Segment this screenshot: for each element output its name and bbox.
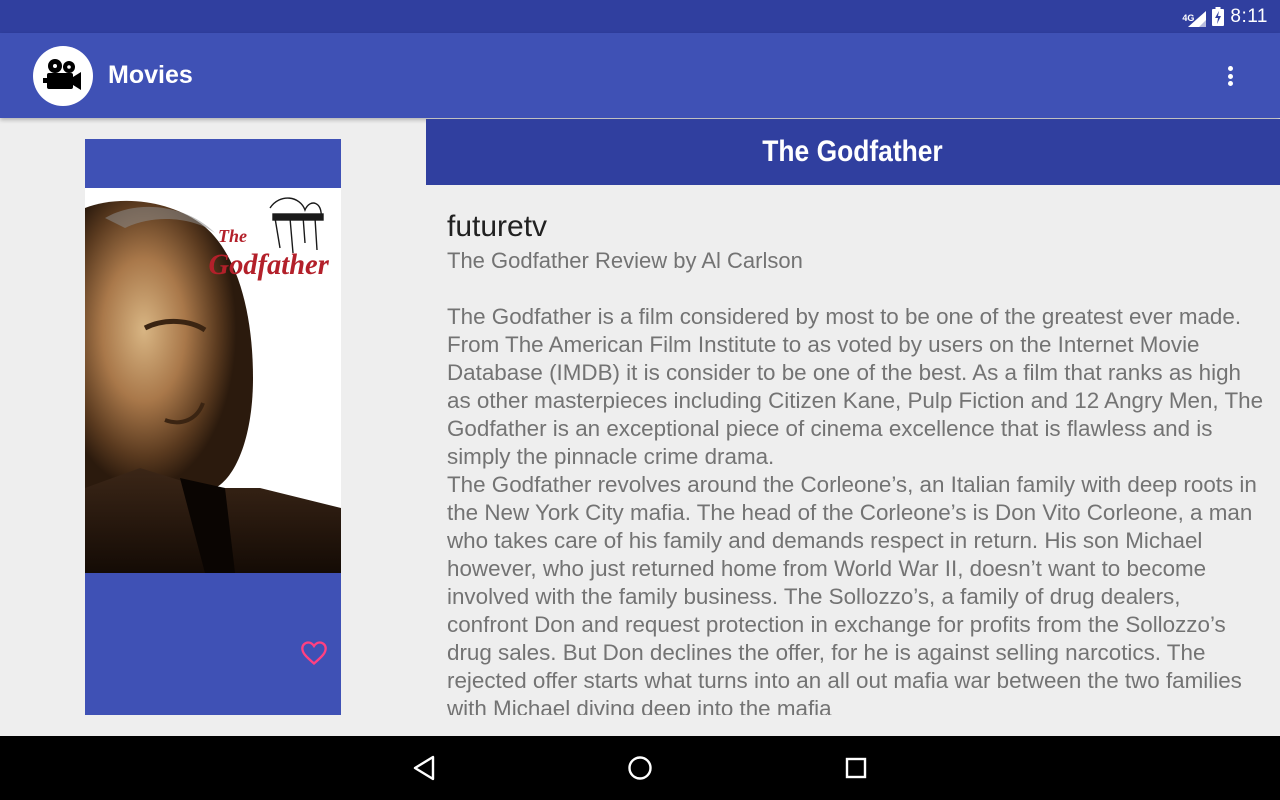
back-triangle-icon[interactable]: [408, 752, 440, 784]
review-scroll-area[interactable]: futuretv The Godfather Review by Al Carl…: [447, 207, 1265, 715]
cell-signal-icon: 4G: [1182, 7, 1207, 27]
navigation-bar: [0, 736, 1280, 800]
movie-title-bar: The Godfather: [426, 119, 1280, 185]
review-heading: The Godfather Review by Al Carlson: [447, 248, 803, 273]
battery-charging-icon: [1212, 7, 1225, 26]
poster-card: The Godfather: [85, 139, 341, 715]
overflow-menu-icon[interactable]: [1218, 63, 1242, 89]
app-title: Movies: [108, 61, 193, 89]
home-circle-icon[interactable]: [624, 752, 656, 784]
heart-outline-icon[interactable]: [300, 639, 328, 667]
recents-square-icon[interactable]: [840, 752, 872, 784]
status-icons: 4G 8:11: [1182, 0, 1268, 33]
app-bar: Movies: [0, 33, 1280, 118]
movie-camera-icon: [33, 46, 93, 106]
status-bar: 4G 8:11: [0, 0, 1280, 33]
clock: 8:11: [1230, 5, 1268, 27]
svg-text:Godfather: Godfather: [209, 248, 330, 281]
review-author: futuretv: [447, 210, 548, 243]
review-body: The Godfather is a film considered by mo…: [447, 304, 1264, 715]
movie-poster-image[interactable]: The Godfather: [85, 188, 341, 573]
svg-text:The: The: [218, 226, 247, 246]
movie-title: The Godfather: [762, 135, 944, 168]
